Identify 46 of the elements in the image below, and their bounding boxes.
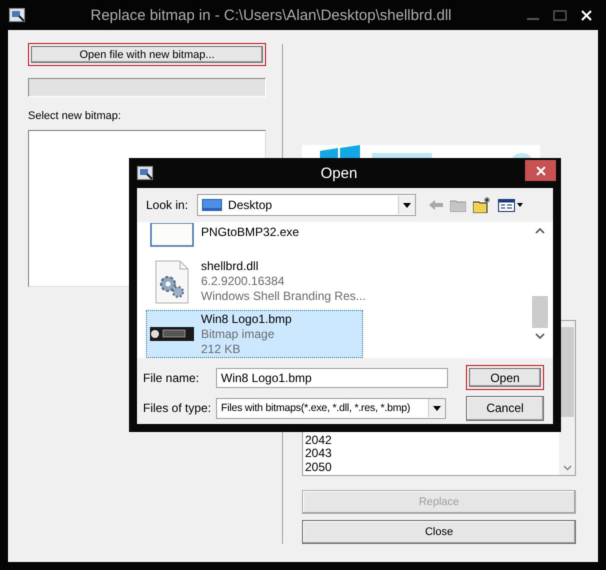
file-detail: 6.2.9200.16384 [201, 274, 286, 289]
window-title: Replace bitmap in - C:\Users\Alan\Desktop\shellbrd.dll [90, 6, 452, 24]
scroll-down-icon[interactable] [535, 333, 545, 339]
dropdown-arrow-icon [433, 406, 441, 410]
file-type-label: Files of type: [143, 401, 212, 415]
file-detail: Bitmap image [201, 326, 276, 342]
file-detail: 212 KB [201, 342, 242, 356]
resource-item[interactable]: 2050 [305, 460, 559, 474]
new-folder-icon[interactable] [473, 197, 492, 213]
scrollbar-thumb[interactable] [532, 296, 548, 328]
view-menu-icon[interactable] [498, 198, 524, 212]
scrollbar[interactable] [559, 321, 575, 475]
look-in-label: Look in: [146, 198, 188, 212]
bitmap-thumbnail-icon [150, 326, 194, 342]
close-icon [536, 166, 546, 176]
scroll-up-icon[interactable] [535, 228, 545, 234]
cancel-button[interactable]: Cancel [466, 396, 544, 420]
file-name: PNGtoBMP32.exe [201, 225, 300, 240]
close-button[interactable]: Close [302, 520, 576, 544]
resource-item[interactable]: 2042 [305, 434, 559, 447]
open-button[interactable]: Open [466, 365, 544, 390]
dialog-title: Open [320, 164, 358, 182]
scroll-down-icon[interactable] [562, 465, 572, 471]
file-detail: Windows Shell Branding Res... [201, 289, 366, 304]
desktop-icon [202, 198, 222, 212]
file-name-label: File name: [143, 370, 200, 384]
maximize-icon[interactable] [553, 10, 567, 20]
file-name-field[interactable]: Win8 Logo1.bmp [216, 368, 448, 388]
dropdown-arrow-icon [403, 202, 412, 208]
file-item[interactable]: shellbrd.dll 6.2.9200.16384 Windows Shell Branding Res... [146, 258, 363, 305]
app-icon [9, 8, 25, 22]
gear-document-icon [154, 260, 190, 304]
file-icon [150, 223, 194, 247]
dialog-icon [137, 166, 153, 180]
file-item[interactable]: Win8 Logo1.bmp Bitmap image 212 KB [146, 310, 363, 358]
file-type-dropdown[interactable]: Files with bitmaps(*.exe, *.dll, *.res, *.bmp) [216, 398, 446, 418]
look-in-dropdown[interactable]: Desktop [197, 194, 416, 216]
close-icon[interactable] [581, 10, 592, 20]
select-bitmap-label: Select new bitmap: [28, 110, 122, 124]
file-list[interactable]: PNGtoBMP32.exe shellbrd.dll 6.2.9200.16384 Windows Shell Branding Res... Win8 Logo1.bmp Bitmap image 212 KB [137, 222, 553, 358]
file-name: shellbrd.dll [201, 259, 260, 274]
file-name: Win8 Logo1.bmp [201, 312, 292, 326]
open-file-button[interactable]: Open file with new bitmap... [28, 43, 266, 66]
file-item[interactable]: PNGtoBMP32.exe [146, 222, 363, 247]
close-button[interactable] [525, 160, 556, 181]
resource-item[interactable]: 2043 [305, 447, 559, 460]
